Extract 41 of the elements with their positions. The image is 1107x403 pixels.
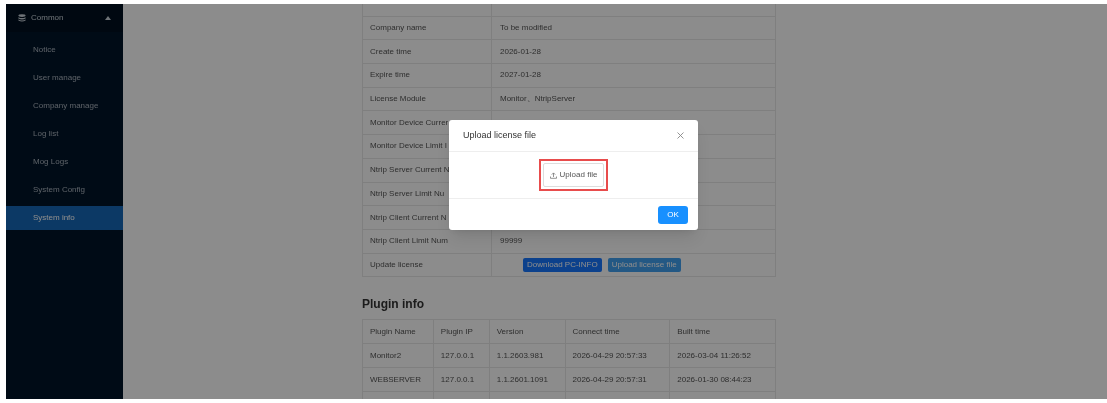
- column-header: Plugin Name: [363, 320, 434, 344]
- table-cell: 2027-01-28: [500, 69, 541, 82]
- table-cell: 1.1.2603.981: [489, 344, 566, 368]
- column-header: Connect time: [565, 320, 671, 344]
- sidebar-item[interactable]: Notice: [6, 38, 123, 62]
- sidebar-item[interactable]: Company manage: [6, 94, 123, 118]
- table-cell: WEBSERVER: [363, 368, 434, 392]
- table-cell: Update license: [363, 253, 492, 277]
- table-cell: License Module: [363, 87, 492, 111]
- sidebar-item[interactable]: Mog Logs: [6, 150, 123, 174]
- upload-button[interactable]: Upload license file: [607, 257, 681, 272]
- table-cell: To be modified: [500, 22, 553, 35]
- table-cell: Company name: [363, 16, 492, 40]
- table-cell: Create time: [363, 40, 492, 64]
- column-header: Version: [489, 320, 566, 344]
- table-cell: 1.1.2601.1091: [489, 368, 566, 392]
- table-cell: Expire time: [363, 64, 492, 87]
- table-cell: Monitor2: [363, 344, 434, 368]
- section-title: Plugin info: [362, 296, 425, 314]
- sidebar-item[interactable]: System Config: [6, 178, 123, 202]
- table-cell: 2026-01-28: [500, 45, 541, 58]
- table-cell: 127.0.0.1: [433, 368, 490, 392]
- table-cell: Monitor、NtripServer: [500, 93, 576, 106]
- column-header: Built time: [670, 320, 776, 344]
- ok-button[interactable]: OK: [658, 205, 688, 224]
- upload-file-button[interactable]: Upload file: [542, 163, 605, 187]
- close-icon[interactable]: [677, 132, 684, 139]
- table-cell: 2026-04-29 20:57:31: [565, 368, 671, 392]
- upload-icon: [549, 171, 557, 179]
- database-icon: [18, 14, 26, 22]
- sidebar-group-header[interactable]: Common: [6, 4, 123, 32]
- table-cell: 2026-01-30 08:44:23: [670, 368, 776, 392]
- download-button[interactable]: Download PC-INFO: [523, 257, 602, 272]
- sidebar-item[interactable]: User manage: [6, 66, 123, 90]
- column-header: Plugin IP: [433, 320, 490, 344]
- table-cell: 127.0.0.1: [433, 344, 490, 368]
- sidebar-item[interactable]: Log list: [6, 122, 123, 146]
- table-cell: 2026-04-29 20:57:33: [565, 344, 671, 368]
- table-cell: 2026-03-04 11:26:52: [670, 344, 776, 368]
- sidebar-item[interactable]: System info: [6, 206, 123, 230]
- table-cell: 99999: [500, 235, 523, 248]
